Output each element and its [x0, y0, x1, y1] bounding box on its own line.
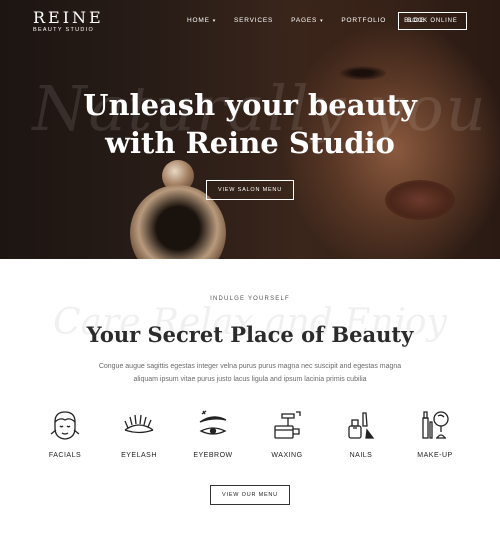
hero-section: Naturally you REINE BEAUTY STUDIO HOME ▾… — [0, 0, 500, 259]
nav-item-label: PORTFOLIO — [341, 17, 387, 24]
top-navigation: REINE BEAUTY STUDIO HOME ▾ SERVICES PAGE… — [0, 0, 500, 42]
nav-item-pages[interactable]: PAGES ▾ — [291, 17, 323, 24]
brand-subtitle: BEAUTY STUDIO — [33, 27, 95, 33]
view-our-menu-button[interactable]: VIEW OUR MENU — [210, 485, 290, 505]
hero-title: Unleash your beauty with Reine Studio — [0, 86, 500, 162]
service-label: EYEBROW — [193, 452, 233, 459]
service-item-waxing[interactable]: WAXING — [250, 408, 324, 459]
service-label: FACIALS — [48, 452, 82, 459]
service-item-eyebrow[interactable]: EYEBROW — [176, 408, 250, 459]
nav-item-label: SERVICES — [234, 17, 274, 24]
section-description: Congue augue sagittis egestas integer ve… — [98, 363, 402, 383]
nav-item-portfolio[interactable]: PORTFOLIO — [341, 17, 386, 24]
eyelash-icon — [124, 414, 154, 434]
service-label: MAKE-UP — [417, 452, 453, 459]
brand-name: REINE — [33, 8, 104, 27]
service-label: WAXING — [271, 452, 303, 459]
chevron-down-icon: ▾ — [212, 17, 217, 24]
nav-item-services[interactable]: SERVICES — [234, 17, 273, 24]
service-label: EYELASH — [121, 452, 157, 459]
view-salon-menu-button[interactable]: VIEW SALON MENU — [206, 180, 294, 200]
nail-polish-icon — [348, 412, 375, 439]
nav-item-label: HOME — [187, 17, 210, 24]
waxing-icon — [274, 411, 301, 439]
service-label: NAILS — [349, 452, 373, 459]
nav-item-home[interactable]: HOME ▾ — [187, 17, 216, 24]
chevron-down-icon: ▾ — [320, 17, 324, 24]
section-title: Your Secret Place of Beauty — [86, 322, 414, 347]
hero-photo-lips — [385, 180, 455, 220]
hero-title-line-1: Unleash your beauty — [83, 88, 417, 122]
eyebrow-icon — [199, 410, 227, 435]
facial-icon — [50, 411, 80, 440]
brand-logo[interactable]: REINE BEAUTY STUDIO — [33, 8, 104, 34]
service-item-makeup[interactable]: MAKE-UP — [398, 408, 472, 459]
service-item-eyelash[interactable]: EYELASH — [102, 408, 176, 459]
nav-item-label: PAGES — [291, 17, 318, 24]
makeup-icon — [422, 411, 449, 439]
service-item-facials[interactable]: FACIALS — [28, 408, 102, 459]
book-online-button[interactable]: BOOK ONLINE — [398, 12, 467, 30]
services-list: FACIALS EYELASH EYEBROW WAXING NAILS MAK… — [28, 408, 472, 459]
hero-title-line-2: with Reine Studio — [105, 126, 395, 160]
service-item-nails[interactable]: NAILS — [324, 408, 398, 459]
